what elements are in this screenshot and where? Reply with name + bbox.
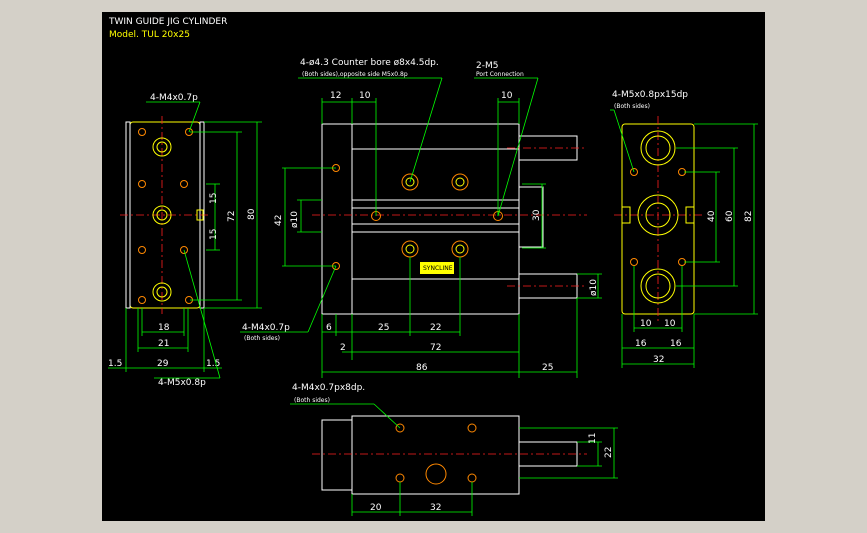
bottom-tap	[395, 473, 405, 483]
left-view-tap	[138, 180, 146, 188]
left-view-tap	[138, 128, 146, 136]
front-counterbore-inner	[455, 177, 465, 187]
right-tap-sub: (Both sides)	[614, 103, 650, 110]
left-dim-18: 18	[158, 323, 170, 333]
left-top-tap-note: 4-M4x0.7p	[150, 93, 198, 103]
front-dim-25: 25	[378, 323, 389, 333]
front-dim-phi10: ø10	[290, 211, 300, 228]
leader-line	[409, 77, 443, 183]
left-dim-21: 21	[158, 339, 169, 349]
front-dim-72: 72	[430, 343, 441, 353]
left-view-tap	[180, 180, 188, 188]
bottom-dim-11: 11	[588, 433, 598, 444]
bottom-dim-20: 20	[370, 503, 382, 513]
front-dim-25b: 25	[542, 363, 553, 373]
right-dim-40: 40	[707, 210, 717, 222]
front-dim-12: 12	[330, 91, 341, 101]
bottom-tap	[467, 423, 477, 433]
brand-label: SYNCLINE	[423, 265, 453, 272]
front-counterbore	[451, 240, 469, 258]
left-dim-1-5-l: 1.5	[108, 359, 122, 369]
bottom-end-plate	[321, 419, 353, 491]
front-dim-phi10b: ø10	[589, 279, 599, 296]
leader-line	[183, 249, 221, 379]
front-dim-10a: 10	[359, 91, 371, 101]
front-counterbore	[451, 173, 469, 191]
bottom-dim-22: 22	[604, 447, 614, 458]
bottom-dim-32: 32	[430, 503, 441, 513]
front-dim-30: 30	[532, 209, 542, 221]
left-view-tap	[138, 246, 146, 254]
front-counterbore-inner	[405, 244, 415, 254]
front-counterbore-inner	[455, 244, 465, 254]
left-dim-15b: 15	[209, 229, 219, 240]
left-dim-80: 80	[247, 208, 257, 220]
cad-drawing: TWIN GUIDE JIG CYLINDER Model. TUL 20x25…	[108, 17, 758, 516]
port-note: 2-M5	[476, 61, 498, 71]
left-dim-1-5-r: 1.5	[206, 359, 220, 369]
front-dim-86: 86	[416, 363, 428, 373]
drawing-title: TWIN GUIDE JIG CYLINDER	[108, 17, 227, 27]
right-view	[614, 116, 702, 322]
right-dim-60: 60	[725, 210, 735, 222]
left-dim-15a: 15	[209, 193, 219, 204]
left-dim-72: 72	[227, 211, 237, 222]
bottom-body	[351, 415, 520, 495]
right-dim-10b: 10	[664, 319, 676, 329]
left-view	[120, 116, 210, 314]
front-dim-22: 22	[430, 323, 441, 333]
front-body	[351, 123, 520, 315]
port-sub: Port Connection	[476, 71, 524, 78]
bottom-tap	[467, 473, 477, 483]
right-dim-16a: 16	[635, 339, 647, 349]
left-view-tap	[138, 296, 146, 304]
model-label: Model. TUL 20x25	[109, 30, 190, 40]
leader-line	[188, 101, 201, 133]
front-left-tap-sub: (Both sides)	[244, 335, 280, 342]
bottom-port	[425, 463, 447, 485]
right-dim-16b: 16	[670, 339, 682, 349]
front-left-tap-note: 4-M4x0.7p	[242, 323, 290, 333]
front-view: SYNCLINE	[312, 123, 587, 315]
bottom-tap-sub: (Both sides)	[294, 397, 330, 404]
front-counterbore	[401, 240, 419, 258]
counterbore-note: 4-ø4.3 Counter bore ø8x4.5dp.	[300, 58, 439, 68]
leader-line	[613, 109, 635, 173]
front-dim-42: 42	[274, 215, 284, 226]
front-dim-2: 2	[340, 343, 346, 353]
drawing-canvas: TWIN GUIDE JIG CYLINDER Model. TUL 20x25…	[102, 12, 765, 521]
right-view-tap	[630, 258, 638, 266]
counterbore-sub: (Both sides),opposite side M5x0.8p	[302, 71, 408, 78]
right-dim-32: 32	[653, 355, 664, 365]
left-m5-note: 4-M5x0.8p	[158, 378, 206, 388]
right-dim-10a: 10	[640, 319, 652, 329]
right-tap-note: 4-M5x0.8px15dp	[612, 90, 688, 100]
left-dim-29: 29	[157, 359, 169, 369]
front-dim-10b: 10	[501, 91, 513, 101]
bottom-tap-note: 4-M4x0.7px8dp.	[292, 383, 365, 393]
right-dim-82: 82	[744, 211, 754, 222]
front-end-plate	[321, 123, 353, 315]
front-dim-6: 6	[326, 323, 332, 333]
